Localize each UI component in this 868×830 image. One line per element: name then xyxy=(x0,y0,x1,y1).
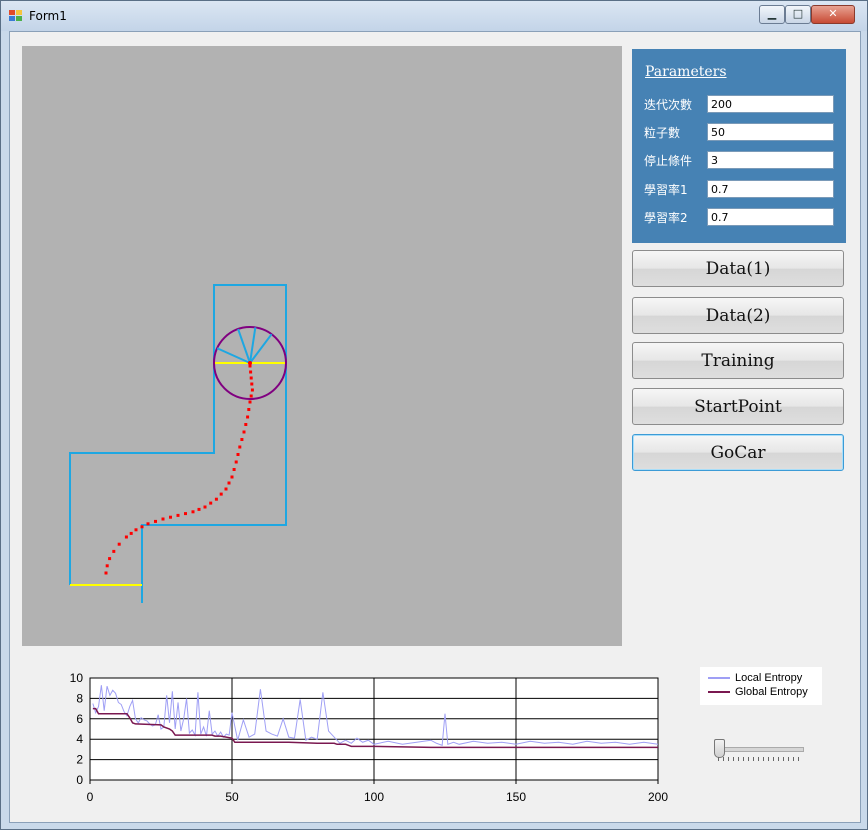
legend-label-global: Global Entropy xyxy=(735,686,808,698)
parameters-panel: Parameters 迭代次數 粒子數 停止條件 學習率1 學習率2 xyxy=(632,49,846,243)
x-tick-label: 50 xyxy=(225,790,239,804)
speed-slider[interactable] xyxy=(710,732,806,762)
path-dot xyxy=(214,497,218,501)
y-tick-label: 6 xyxy=(76,712,83,726)
path-dot xyxy=(232,468,236,471)
slider-thumb[interactable] xyxy=(714,739,725,758)
path-dot xyxy=(242,430,246,434)
path-dot xyxy=(250,382,254,386)
x-tick-label: 100 xyxy=(364,790,384,804)
path-dot xyxy=(224,487,228,491)
y-tick-label: 2 xyxy=(76,753,83,767)
data1-button[interactable]: Data(1) xyxy=(632,250,844,287)
data2-button[interactable]: Data(2) xyxy=(632,297,844,334)
x-tick-label: 150 xyxy=(506,790,526,804)
stop-condition-input[interactable] xyxy=(707,151,834,169)
path-dot xyxy=(154,519,157,523)
particles-input[interactable] xyxy=(707,123,834,141)
path-dot xyxy=(248,400,252,404)
path-dot xyxy=(240,438,244,441)
stop-condition-label: 停止條件 xyxy=(644,154,693,168)
y-tick-label: 8 xyxy=(76,691,83,705)
path-dot xyxy=(236,453,240,456)
path-dot xyxy=(104,571,108,575)
chart-legend: Local Entropy Global Entropy xyxy=(700,667,822,705)
y-tick-label: 4 xyxy=(76,732,83,746)
path-dot xyxy=(129,531,133,535)
path-dot xyxy=(219,492,223,496)
form-client-area: Parameters 迭代次數 粒子數 停止條件 學習率1 學習率2 Data(… xyxy=(9,31,861,823)
path-dot xyxy=(124,535,128,539)
entropy-chart: 0 2 4 6 8 10 0 50 100 150 200 xyxy=(40,664,690,818)
path-dot xyxy=(112,549,116,553)
path-dot xyxy=(140,525,144,529)
learning-rate-2-label: 學習率2 xyxy=(644,211,688,225)
training-button[interactable]: Training xyxy=(632,342,844,379)
path-dot xyxy=(161,517,165,521)
maximize-button[interactable]: □ xyxy=(785,5,811,24)
path-dot xyxy=(197,507,201,511)
iterations-label: 迭代次數 xyxy=(644,98,693,112)
simulation-canvas xyxy=(22,46,622,646)
legend-label-local: Local Entropy xyxy=(735,672,803,684)
iterations-input[interactable] xyxy=(707,95,834,113)
x-tick-label: 0 xyxy=(87,790,94,804)
minimize-button[interactable]: ▁ xyxy=(759,5,785,24)
parameters-title: Parameters xyxy=(645,64,727,80)
path-dot xyxy=(117,542,121,546)
path-dot xyxy=(246,415,250,419)
path-dot xyxy=(227,481,231,485)
path-dot xyxy=(134,528,138,532)
path-dot xyxy=(230,475,234,479)
path-dot xyxy=(184,512,187,516)
path-dot xyxy=(244,423,248,426)
path-dot xyxy=(209,501,213,505)
path-dot xyxy=(247,408,251,411)
path-dot xyxy=(169,515,172,519)
legend-item-local: Local Entropy xyxy=(708,672,802,684)
track-plot xyxy=(69,284,287,603)
window-title: Form1 xyxy=(29,9,67,23)
path-dot xyxy=(105,564,109,568)
particles-label: 粒子數 xyxy=(644,126,681,140)
path-dot xyxy=(203,505,207,509)
entropy-chart-svg: 02468100 50 100 150 200 xyxy=(70,671,669,804)
legend-item-global: Global Entropy xyxy=(708,686,808,698)
learning-rate-1-input[interactable] xyxy=(707,180,834,198)
y-tick-label: 10 xyxy=(70,671,84,685)
form-icon xyxy=(9,10,23,22)
path-dot xyxy=(191,510,195,514)
path-dot xyxy=(249,376,253,380)
path-dot xyxy=(250,388,254,392)
learning-rate-2-input[interactable] xyxy=(707,208,834,226)
slider-ticks xyxy=(718,757,800,761)
gocar-button[interactable]: GoCar xyxy=(632,434,844,471)
car-center xyxy=(248,361,252,365)
path-dot xyxy=(249,370,253,374)
title-bar[interactable]: Form1 ▁ □ ✕ xyxy=(1,1,867,31)
path-dot xyxy=(234,460,238,464)
start-point-button[interactable]: StartPoint xyxy=(632,388,844,425)
path-dot xyxy=(176,513,180,517)
x-tick-label: 200 xyxy=(648,790,668,804)
slider-track xyxy=(714,747,804,752)
close-button[interactable]: ✕ xyxy=(811,5,855,24)
path-dot xyxy=(249,394,253,398)
path-dot xyxy=(238,445,242,449)
path-dot xyxy=(108,557,112,561)
learning-rate-1-label: 學習率1 xyxy=(644,183,688,197)
main-window: Form1 ▁ □ ✕ Parameters 迭代次數 粒子數 停止條件 學習率… xyxy=(0,0,868,830)
y-tick-label: 0 xyxy=(76,773,83,787)
path-dot xyxy=(146,522,150,526)
